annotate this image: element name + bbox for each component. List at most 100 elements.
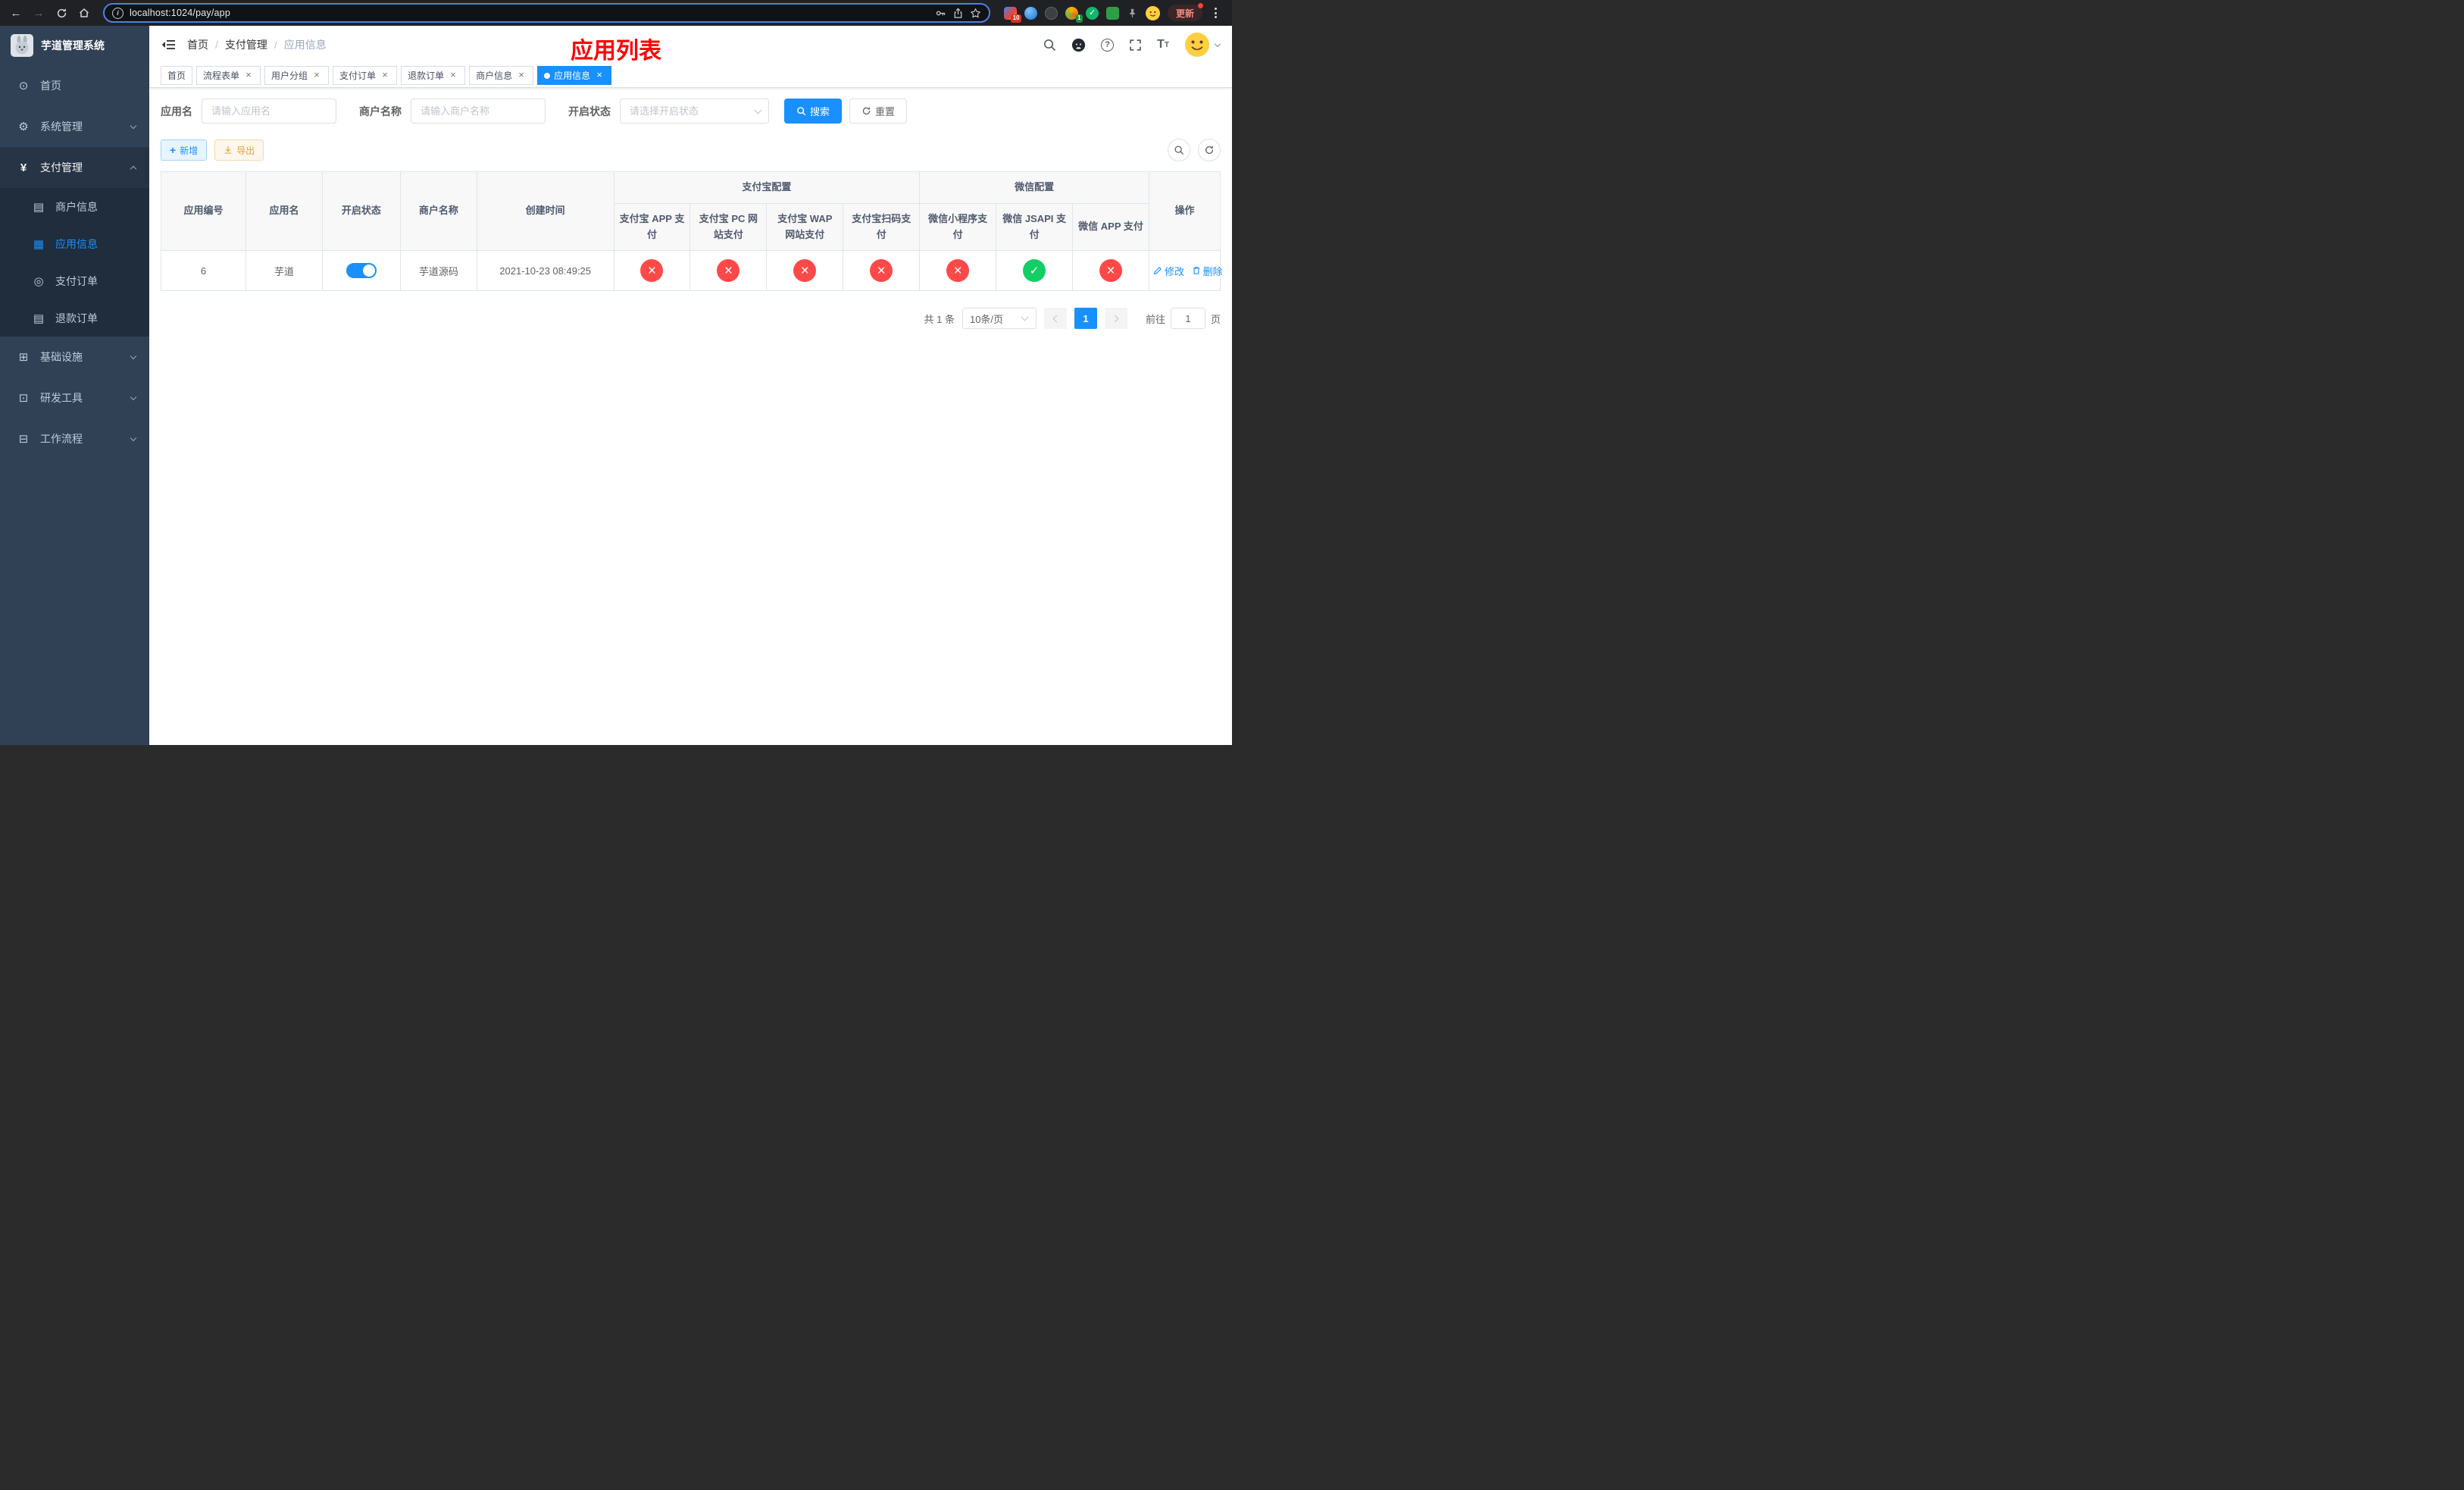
browser-update-button[interactable]: 更新 bbox=[1167, 3, 1203, 21]
sidebar-toggle-icon[interactable] bbox=[161, 39, 175, 51]
extension-badge-green: 1 bbox=[1075, 14, 1083, 23]
app-name-label: 应用名 bbox=[161, 105, 192, 117]
goto-page-input[interactable] bbox=[1170, 308, 1205, 330]
breadcrumb-home[interactable]: 首页 bbox=[187, 37, 208, 52]
sidebar-logo[interactable]: 芋道管理系统 bbox=[0, 26, 149, 65]
url-text[interactable]: localhost:1024/pay/app bbox=[130, 8, 929, 18]
sidebar-item-dev-tools[interactable]: ⊡ 研发工具 bbox=[0, 377, 149, 418]
share-icon[interactable] bbox=[952, 8, 964, 19]
sidebar-item-merchant-info[interactable]: ▤ 商户信息 bbox=[0, 188, 149, 225]
app-name-input[interactable] bbox=[202, 99, 336, 124]
cell-app-name: 芋道 bbox=[245, 250, 323, 292]
search-button[interactable]: 搜索 bbox=[784, 99, 843, 124]
close-icon[interactable]: × bbox=[311, 70, 322, 81]
fullscreen-icon[interactable] bbox=[1129, 39, 1142, 52]
tab-process-form[interactable]: 流程表单 × bbox=[196, 66, 261, 85]
merchant-name-label: 商户名称 bbox=[359, 105, 402, 117]
app-title: 芋道管理系统 bbox=[41, 39, 105, 52]
sidebar-item-payment[interactable]: ¥ 支付管理 bbox=[0, 147, 149, 188]
browser-chrome: ← → i localhost:1024/pay/app 10 1 ✓ 更新 bbox=[0, 0, 1232, 26]
close-icon[interactable]: × bbox=[380, 70, 390, 81]
refresh-button[interactable] bbox=[1198, 139, 1221, 161]
extensions-area: 10 1 更新 bbox=[999, 3, 1226, 23]
address-bar[interactable]: i localhost:1024/pay/app bbox=[103, 3, 990, 23]
sidebar-item-app-info[interactable]: ▦ 应用信息 bbox=[0, 225, 149, 262]
tab-pay-order[interactable]: 支付订单 × bbox=[333, 66, 398, 85]
user-avatar[interactable] bbox=[1184, 32, 1221, 58]
breadcrumb: 首页 / 支付管理 / 应用信息 bbox=[187, 37, 327, 52]
sidebar-item-refund-order[interactable]: ▤ 退款订单 bbox=[0, 299, 149, 337]
extension-icon-1[interactable]: 10 bbox=[1003, 6, 1021, 23]
browser-menu-icon[interactable] bbox=[1210, 5, 1221, 21]
tags-view-bar: 首页 流程表单 × 用户分组 × 支付订单 × 退款订单 × 商户信息 × 应用… bbox=[149, 64, 1232, 88]
payment-submenu: ▤ 商户信息 ▦ 应用信息 ◎ 支付订单 ▤ 退款订单 bbox=[0, 188, 149, 337]
add-button[interactable]: + 新增 bbox=[161, 139, 208, 161]
bookmark-star-icon[interactable] bbox=[970, 8, 981, 19]
app-table: 应用编号 应用名 开启状态 商户名称 创建时间 支付宝配置 微信配置 操作 支付… bbox=[160, 171, 1223, 292]
col-app-id: 应用编号 bbox=[160, 171, 247, 252]
tab-refund-order[interactable]: 退款订单 × bbox=[401, 66, 466, 85]
alipay-qr-status-icon bbox=[870, 259, 893, 283]
extension-icon-6[interactable] bbox=[1105, 6, 1119, 20]
gear-icon: ⚙ bbox=[18, 121, 29, 133]
extensions-pin-icon[interactable] bbox=[1127, 8, 1138, 19]
sidebar-item-infrastructure[interactable]: ⊞ 基础设施 bbox=[0, 337, 149, 377]
extension-icon-2[interactable] bbox=[1024, 6, 1037, 20]
extension-icon-4[interactable]: 1 bbox=[1065, 6, 1083, 23]
status-select[interactable] bbox=[620, 99, 769, 124]
next-page-button[interactable] bbox=[1104, 308, 1127, 330]
github-icon[interactable] bbox=[1071, 38, 1086, 52]
active-tab-dot bbox=[544, 72, 551, 79]
chevron-down-icon bbox=[130, 434, 137, 441]
sidebar-item-system[interactable]: ⚙ 系统管理 bbox=[0, 106, 149, 147]
plus-icon: + bbox=[170, 144, 177, 156]
sidebar-item-home[interactable]: ⊙ 首页 bbox=[0, 65, 149, 106]
close-icon[interactable]: × bbox=[594, 70, 605, 81]
wechat-app-status-icon bbox=[1099, 259, 1123, 283]
password-key-icon[interactable] bbox=[935, 8, 946, 19]
page-suffix-label: 页 bbox=[1210, 313, 1221, 325]
browser-profile-avatar[interactable] bbox=[1145, 5, 1160, 20]
col-status: 开启状态 bbox=[321, 171, 401, 252]
site-info-icon[interactable]: i bbox=[112, 7, 124, 19]
reset-button[interactable]: 重置 bbox=[849, 99, 908, 124]
browser-back-button[interactable]: ← bbox=[6, 3, 26, 23]
toggle-search-button[interactable] bbox=[1168, 139, 1190, 161]
extension-icon-5[interactable] bbox=[1085, 6, 1099, 20]
extension-icon-3[interactable] bbox=[1044, 6, 1058, 20]
breadcrumb-payment[interactable]: 支付管理 bbox=[225, 37, 267, 52]
font-size-icon[interactable]: TT bbox=[1157, 38, 1169, 52]
card-icon: ▤ bbox=[33, 200, 45, 214]
edit-link[interactable]: 修改 bbox=[1153, 264, 1184, 278]
col-created-at: 创建时间 bbox=[476, 171, 614, 252]
browser-home-button[interactable] bbox=[74, 3, 94, 23]
tab-app-info[interactable]: 应用信息 × bbox=[537, 66, 612, 85]
help-icon[interactable]: ? bbox=[1101, 38, 1115, 52]
close-icon[interactable]: × bbox=[516, 70, 527, 81]
col-wechat-mini: 微信小程序支付 bbox=[919, 202, 997, 252]
page-number-1[interactable]: 1 bbox=[1074, 308, 1097, 330]
export-button[interactable]: 导出 bbox=[214, 139, 264, 161]
breadcrumb-current: 应用信息 bbox=[283, 39, 327, 51]
merchant-name-input[interactable] bbox=[411, 99, 546, 124]
alipay-app-status-icon bbox=[640, 259, 664, 283]
alipay-wap-status-icon bbox=[793, 259, 817, 283]
yen-icon: ¥ bbox=[20, 161, 27, 174]
page-size-select[interactable]: 10条/页 bbox=[962, 308, 1037, 330]
browser-forward-button[interactable]: → bbox=[29, 3, 48, 23]
tab-user-group[interactable]: 用户分组 × bbox=[264, 66, 330, 85]
sidebar-item-workflow[interactable]: ⊟ 工作流程 bbox=[0, 418, 149, 459]
close-icon[interactable]: × bbox=[448, 70, 458, 81]
close-icon[interactable]: × bbox=[243, 70, 254, 81]
browser-reload-button[interactable] bbox=[52, 3, 71, 23]
dashboard-icon: ⊙ bbox=[18, 80, 29, 92]
cell-created-at: 2021-10-23 08:49:25 bbox=[476, 250, 614, 292]
search-icon[interactable] bbox=[1043, 38, 1056, 52]
tab-home[interactable]: 首页 bbox=[161, 66, 193, 85]
prev-page-button[interactable] bbox=[1043, 308, 1067, 330]
sidebar-item-pay-order[interactable]: ◎ 支付订单 bbox=[0, 262, 149, 299]
status-toggle[interactable] bbox=[346, 263, 377, 279]
delete-link[interactable]: 删除 bbox=[1192, 264, 1223, 278]
update-label: 更新 bbox=[1175, 8, 1194, 19]
tab-merchant-info[interactable]: 商户信息 × bbox=[469, 66, 534, 85]
